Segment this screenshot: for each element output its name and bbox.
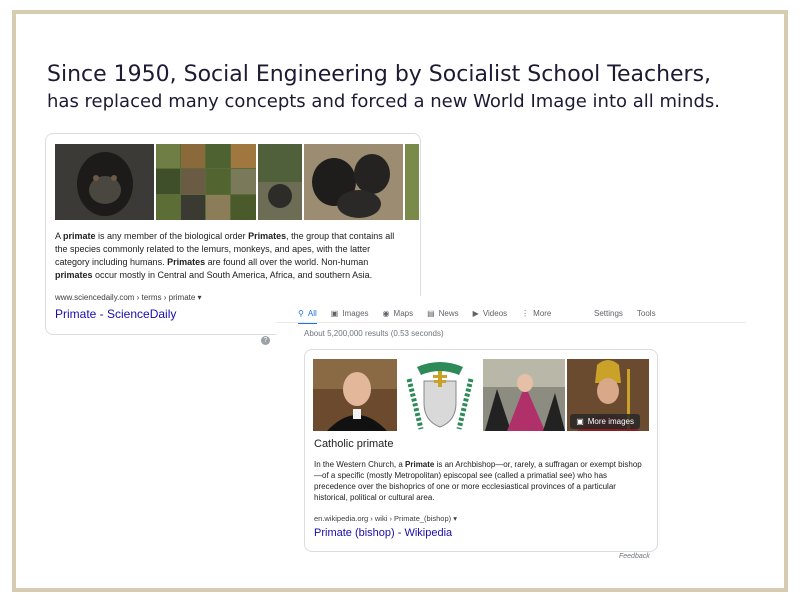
tab-more[interactable]: ⋮ More <box>521 304 551 322</box>
headline-line-2: has replaced many concepts and forced a … <box>47 91 720 112</box>
more-images-button[interactable]: ▣ More images <box>570 414 640 429</box>
tools-link[interactable]: Tools <box>637 309 656 318</box>
archbishop-photo[interactable] <box>313 359 397 431</box>
catholic-primate-description: In the Western Church, a Primate is an A… <box>314 460 642 502</box>
gorilla-photo[interactable] <box>55 144 155 220</box>
lemur-photo[interactable] <box>257 144 302 220</box>
search-tools: Settings Tools <box>594 304 656 322</box>
feedback-link[interactable]: Feedback <box>619 553 650 560</box>
primate-source-cite[interactable]: www.sciencedaily.com › terms › primate ▾ <box>55 293 202 302</box>
chimpanzees-photo[interactable] <box>303 144 404 220</box>
tabs-divider <box>276 322 746 323</box>
settings-link[interactable]: Settings <box>594 309 623 318</box>
image-icon: ▣ <box>576 417 584 426</box>
bishop-image-strip[interactable]: ▣ More images <box>313 359 649 431</box>
primate-result-link[interactable]: Primate - ScienceDaily <box>55 307 176 321</box>
slide-headline: Since 1950, Social Engineering by Social… <box>47 60 720 114</box>
help-icon[interactable]: ? <box>261 336 270 345</box>
primate-image-strip[interactable] <box>55 144 419 220</box>
catholic-primate-title: Catholic primate <box>314 438 394 450</box>
news-icon: ▤ <box>427 308 435 318</box>
tab-news[interactable]: ▤ News <box>427 304 459 322</box>
tab-all[interactable]: ⚲ All <box>298 304 317 324</box>
image-icon: ▣ <box>330 308 339 318</box>
coat-of-arms-image[interactable] <box>399 359 481 431</box>
search-icon: ⚲ <box>298 308 304 318</box>
catholic-primate-card: ▣ More images Catholic primate In the We… <box>304 349 658 552</box>
wikipedia-result-link[interactable]: Primate (bishop) - Wikipedia <box>314 527 452 539</box>
results-count: About 5,200,000 results (0.53 seconds) <box>304 329 444 338</box>
more-dots-icon: ⋮ <box>521 308 530 318</box>
tab-videos[interactable]: ▶ Videos <box>473 304 507 322</box>
video-icon: ▶ <box>472 308 479 318</box>
search-results-panel: ⚲ All ▣ Images ◉ Maps ▤ News ▶ Videos ⋮ … <box>276 296 752 566</box>
primate-description: A primate is any member of the biologica… <box>55 231 395 280</box>
tab-images[interactable]: ▣ Images <box>331 304 369 322</box>
wikipedia-source-cite[interactable]: en.wikipedia.org › wiki › Primate_(bisho… <box>314 514 457 523</box>
tab-maps[interactable]: ◉ Maps <box>383 304 414 322</box>
map-pin-icon: ◉ <box>382 308 390 318</box>
search-tabs: ⚲ All ▣ Images ◉ Maps ▤ News ▶ Videos ⋮ … <box>298 304 565 324</box>
monkey-partial-photo[interactable] <box>405 144 419 220</box>
monkey-collage-photo[interactable] <box>156 144 256 220</box>
headline-line-1: Since 1950, Social Engineering by Social… <box>47 62 712 87</box>
bishops-photo[interactable] <box>483 359 565 431</box>
